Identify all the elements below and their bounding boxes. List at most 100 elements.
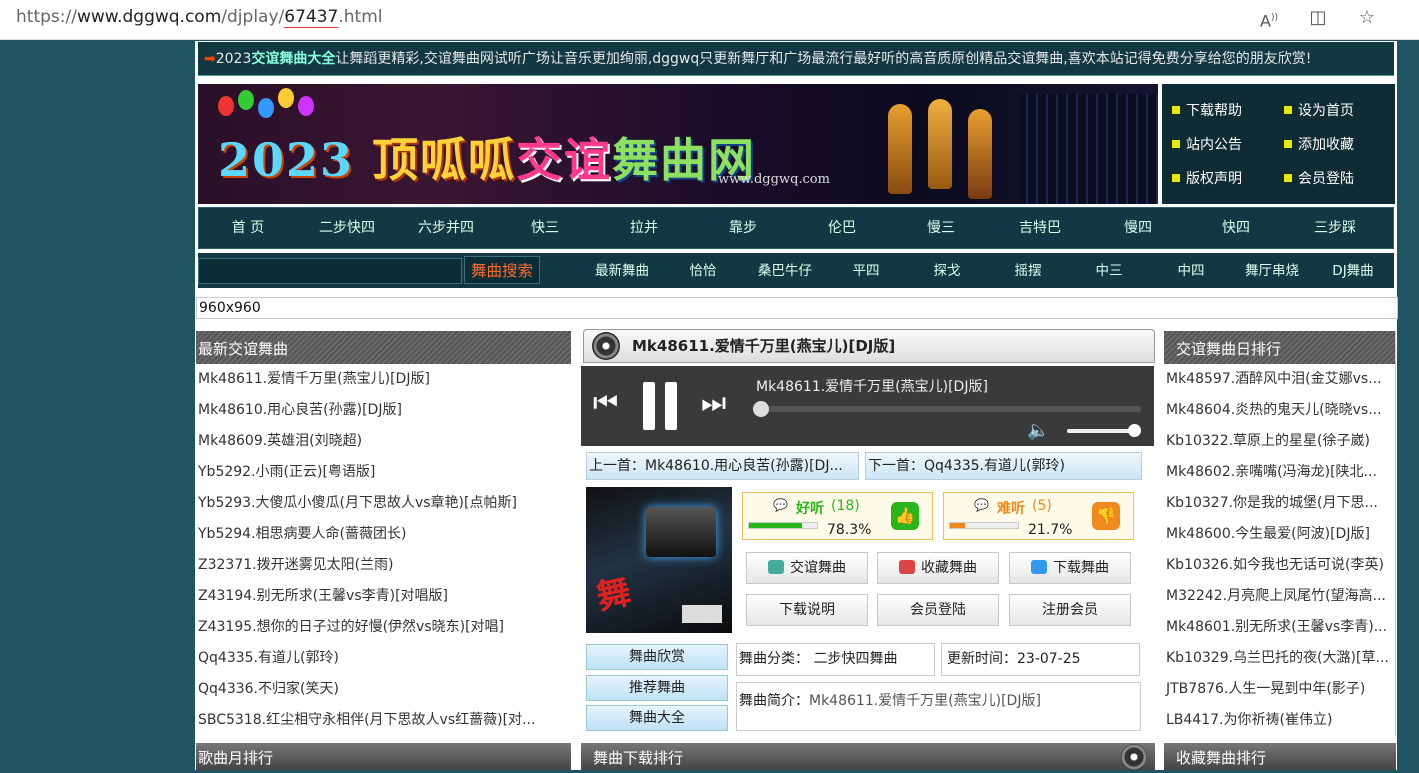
progress-handle[interactable]	[753, 401, 769, 417]
nav-item[interactable]: 慢三	[927, 208, 955, 248]
list-item[interactable]: Yb5293.大傻瓜小傻瓜(月下思故人vs章艳)[点帕斯]	[196, 488, 571, 519]
nav-home[interactable]: 首 页	[232, 208, 264, 248]
nav2-item[interactable]: 中四	[1178, 253, 1205, 289]
previous-song-link[interactable]: 上一首：Mk48610.用心良苦(孙露)[DJ...	[586, 452, 859, 480]
pause-icon[interactable]	[643, 382, 679, 430]
list-item[interactable]: Mk48609.英雄泪(刘晓超)	[196, 426, 571, 457]
vote-good[interactable]: 💬 好听 (18) 78.3% 👍	[742, 492, 933, 540]
nav2-item[interactable]: 摇摆	[1015, 253, 1042, 289]
list-item[interactable]: Z32371.拨开迷雾见太阳(兰雨)	[196, 550, 571, 581]
progress-track[interactable]	[756, 406, 1141, 412]
thumbs-up-icon[interactable]: 👍	[891, 502, 919, 530]
list-item[interactable]: Mk48602.亲嘴嘴(冯海龙)[陕北...	[1164, 457, 1395, 488]
nav2-item[interactable]: 中三	[1096, 253, 1123, 289]
logo-year: 2023	[218, 133, 355, 187]
next-song-link[interactable]: 下一首：Qq4335.有道儿(郭玲)	[865, 452, 1142, 480]
download-song-button[interactable]: 下载舞曲	[1009, 552, 1131, 584]
quick-link-member-login[interactable]: 会员登陆	[1284, 168, 1354, 188]
volume-track[interactable]	[1067, 429, 1137, 433]
globe-icon	[768, 560, 784, 574]
previous-track-icon[interactable]: ⏮	[593, 386, 618, 420]
search-input[interactable]	[198, 258, 462, 284]
list-item[interactable]: Mk48611.爱情千万里(燕宝儿)[DJ版]	[196, 364, 571, 395]
nav2-item[interactable]: DJ舞曲	[1332, 253, 1373, 289]
nav2-item[interactable]: 探戈	[934, 253, 961, 289]
list-item[interactable]: Kb10326.如今我也无话可说(李英)	[1164, 550, 1395, 581]
nav-item[interactable]: 六步并四	[418, 208, 474, 248]
disc-icon	[592, 332, 620, 360]
quick-link-announcement[interactable]: 站内公告	[1172, 134, 1242, 154]
nav-item[interactable]: 快四	[1222, 208, 1250, 248]
daily-ranking-list: Mk48597.酒醉风中泪(金艾娜vs... Mk48604.炎热的鬼天儿(晓晓…	[1164, 364, 1395, 736]
volume-icon[interactable]: 🔈	[1027, 420, 1049, 441]
dance-music-button[interactable]: 交谊舞曲	[746, 552, 868, 584]
list-item[interactable]: Qq4336.不归家(笑天)	[196, 674, 571, 705]
member-login-button[interactable]: 会员登陆	[877, 594, 999, 626]
url-scheme: https://	[16, 7, 77, 27]
good-bar	[748, 522, 818, 529]
nav-item[interactable]: 慢四	[1124, 208, 1152, 248]
list-item[interactable]: SBC5318.红尘相守永相伴(月下思故人vs红蔷薇)[对...	[196, 705, 571, 736]
nav-item[interactable]: 靠步	[729, 208, 757, 248]
update-time-label: 更新时间：	[947, 651, 1017, 667]
list-item[interactable]: Kb10327.你是我的城堡(月下思...	[1164, 488, 1395, 519]
nav-item[interactable]: 三步踩	[1314, 208, 1356, 248]
panel-title: 最新交谊舞曲	[196, 331, 571, 364]
read-aloud-icon[interactable]: A))	[1256, 5, 1282, 31]
update-time-info: 更新时间：23-07-25	[941, 643, 1140, 676]
quick-link-set-home[interactable]: 设为首页	[1284, 100, 1354, 120]
volume-handle[interactable]	[1127, 424, 1141, 437]
vote-bad[interactable]: 💬 难听 (5) 21.7% 👎	[943, 492, 1134, 540]
list-item[interactable]: Mk48601.别无所求(王馨vs李青)...	[1164, 612, 1395, 643]
nav-item[interactable]: 拉并	[630, 208, 658, 248]
star-icon[interactable]: ☆	[1354, 5, 1380, 31]
nav2-item[interactable]: 舞厅串烧	[1245, 253, 1299, 289]
quick-link-copyright[interactable]: 版权声明	[1172, 168, 1242, 188]
nav2-item[interactable]: 最新舞曲	[595, 253, 649, 289]
nav2-item[interactable]: 平四	[853, 253, 880, 289]
song-title: Mk48611.爱情千万里(燕宝儿)[DJ版]	[632, 337, 896, 355]
url-field[interactable]: https://www.dggwq.com/djplay/67437.html	[16, 7, 382, 27]
reader-view-icon[interactable]: ◫	[1305, 5, 1331, 31]
list-item[interactable]: Mk48610.用心良苦(孙露)[DJ版]	[196, 395, 571, 426]
list-item[interactable]: Z43195.想你的日子过的好慢(伊然vs晓东)[对唱]	[196, 612, 571, 643]
list-item[interactable]: Mk48600.今生最爱(阿波)[DJ版]	[1164, 519, 1395, 550]
nav-item[interactable]: 吉特巴	[1019, 208, 1061, 248]
quick-link-add-favorite[interactable]: 添加收藏	[1284, 134, 1354, 154]
now-playing-title: Mk48611.爱情千万里(燕宝儿)[DJ版]	[756, 379, 988, 395]
list-item[interactable]: Z43194.别无所求(王馨vs李青)[对唱版]	[196, 581, 571, 612]
comment-icon: 💬	[773, 498, 788, 512]
list-item[interactable]: Yb5294.相思病要人命(蔷薇团长)	[196, 519, 571, 550]
quick-link-download-help[interactable]: 下载帮助	[1172, 100, 1242, 120]
list-item[interactable]: Yb5292.小雨(正云)[粤语版]	[196, 457, 571, 488]
nav2-item[interactable]: 桑巴牛仔	[758, 253, 812, 289]
site-banner[interactable]: 2023 顶呱呱交谊舞曲网 www.dggwq.com	[198, 84, 1158, 204]
nav2-item[interactable]: 恰恰	[690, 253, 717, 289]
next-track-icon[interactable]: ⏭	[701, 386, 726, 420]
latest-songs-list: Mk48611.爱情千万里(燕宝儿)[DJ版] Mk48610.用心良苦(孙露)…	[196, 364, 571, 736]
register-button[interactable]: 注册会员	[1009, 594, 1131, 626]
list-item[interactable]: LB4417.为你祈祷(崔伟立)	[1164, 705, 1395, 736]
category-value[interactable]: 二步快四舞曲	[813, 651, 897, 667]
nav-item[interactable]: 二步快四	[319, 208, 375, 248]
favorite-song-button[interactable]: 收藏舞曲	[877, 552, 999, 584]
download-icon	[1031, 560, 1047, 574]
nav-item[interactable]: 快三	[531, 208, 559, 248]
marquee-notice: ➡2023交谊舞曲大全让舞蹈更精彩,交谊舞曲网试听广场让音乐更加绚丽,dggwq…	[198, 42, 1394, 76]
list-item[interactable]: Qq4335.有道儿(郭玲)	[196, 643, 571, 674]
search-button[interactable]: 舞曲搜索	[464, 256, 540, 284]
download-help-button[interactable]: 下载说明	[746, 594, 868, 626]
list-item[interactable]: JTB7876.人生一晃到中年(影子)	[1164, 674, 1395, 705]
song-appreciation-button[interactable]: 舞曲欣赏	[586, 644, 728, 670]
list-item[interactable]: Mk48604.炎热的鬼天儿(晓晓vs...	[1164, 395, 1395, 426]
recommended-songs-button[interactable]: 推荐舞曲	[586, 675, 728, 701]
list-item[interactable]: Kb10322.草原上的星星(徐子崴)	[1164, 426, 1395, 457]
nav-item[interactable]: 伦巴	[828, 208, 856, 248]
list-item[interactable]: Kb10329.乌兰巴托的夜(大潞)[草...	[1164, 643, 1395, 674]
thumbs-down-icon[interactable]: 👎	[1092, 502, 1120, 530]
main-nav: 首 页 二步快四 六步并四 快三 拉并 靠步 伦巴 慢三 吉特巴 慢四 快四 三…	[198, 207, 1394, 249]
list-item[interactable]: M32242.月亮爬上凤尾竹(望海高...	[1164, 581, 1395, 612]
bad-percent: 21.7%	[1028, 522, 1073, 538]
all-songs-button[interactable]: 舞曲大全	[586, 705, 728, 731]
list-item[interactable]: Mk48597.酒醉风中泪(金艾娜vs...	[1164, 364, 1395, 395]
